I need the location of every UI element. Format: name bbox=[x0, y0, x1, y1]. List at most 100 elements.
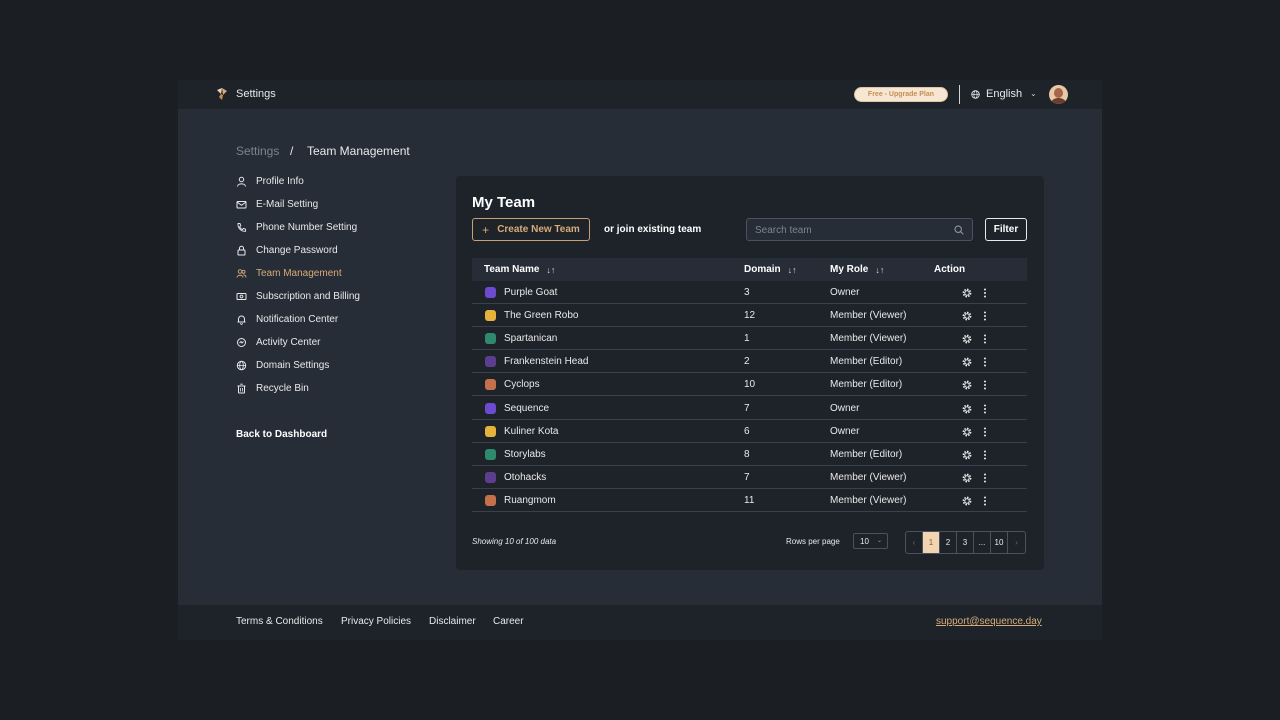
bell-icon bbox=[237, 315, 246, 325]
search-input[interactable] bbox=[755, 223, 945, 237]
page-ellipsis: ... bbox=[974, 532, 991, 553]
sidebar-item-label: Recycle Bin bbox=[256, 382, 309, 394]
join-existing-team-link[interactable]: or join existing team bbox=[604, 224, 701, 235]
divider bbox=[959, 85, 960, 104]
more-options-icon[interactable] bbox=[979, 448, 991, 460]
sort-icon[interactable]: ↓↑ bbox=[788, 265, 797, 275]
sidebar-item-label: Team Management bbox=[256, 267, 342, 279]
sort-icon[interactable]: ↓↑ bbox=[546, 265, 555, 275]
team-avatar-icon bbox=[485, 402, 496, 414]
more-options-icon[interactable] bbox=[979, 355, 991, 367]
sidebar-item-label: Change Password bbox=[256, 244, 338, 256]
search-icon[interactable] bbox=[954, 225, 964, 235]
gear-icon[interactable] bbox=[961, 402, 973, 414]
footer-link-disclaimer[interactable]: Disclaimer bbox=[429, 616, 476, 627]
footer-link-terms[interactable]: Terms & Conditions bbox=[236, 616, 323, 627]
more-options-icon[interactable] bbox=[979, 402, 991, 414]
sidebar-item-activity-center[interactable]: Activity Center bbox=[236, 334, 320, 350]
column-domain[interactable]: Domain ↓↑ bbox=[744, 264, 797, 275]
table-row[interactable]: Otohacks 7 Member (Viewer) bbox=[472, 466, 1027, 489]
gear-icon[interactable] bbox=[961, 471, 973, 483]
page-button-1[interactable]: 1 bbox=[923, 532, 940, 553]
gear-icon[interactable] bbox=[961, 378, 973, 390]
table-row[interactable]: Purple Goat 3 Owner bbox=[472, 281, 1027, 304]
team-role: Owner bbox=[830, 402, 860, 414]
more-options-icon[interactable] bbox=[979, 471, 991, 483]
page-button-10[interactable]: 10 bbox=[991, 532, 1008, 553]
team-role: Member (Editor) bbox=[830, 356, 903, 368]
create-new-team-label: Create New Team bbox=[497, 224, 580, 235]
phone-icon bbox=[237, 222, 247, 232]
breadcrumb-settings[interactable]: Settings bbox=[236, 144, 279, 158]
gear-icon[interactable] bbox=[961, 355, 973, 367]
page-button-3[interactable]: 3 bbox=[957, 532, 974, 553]
more-options-icon[interactable] bbox=[979, 309, 991, 321]
sidebar-item-subscription-billing[interactable]: Subscription and Billing bbox=[236, 288, 360, 304]
create-new-team-button[interactable]: + Create New Team bbox=[472, 218, 590, 241]
sidebar-item-email-setting[interactable]: E-Mail Setting bbox=[236, 196, 318, 212]
team-icon bbox=[236, 268, 247, 278]
team-name: Storylabs bbox=[504, 448, 546, 460]
table-row[interactable]: The Green Robo 12 Member (Viewer) bbox=[472, 304, 1027, 328]
column-team-name[interactable]: Team Name ↓↑ bbox=[484, 264, 555, 275]
team-name: Cyclops bbox=[504, 379, 540, 391]
chevron-down-icon[interactable]: ⌄ bbox=[1030, 89, 1037, 98]
avatar[interactable] bbox=[1049, 85, 1068, 104]
sidebar-item-team-management[interactable]: Team Management bbox=[236, 265, 342, 281]
sidebar-item-label: Activity Center bbox=[256, 336, 321, 348]
rows-per-page-select[interactable]: 10 ⌄ bbox=[853, 533, 888, 549]
sidebar-item-profile-info[interactable]: Profile Info bbox=[236, 173, 304, 189]
more-options-icon[interactable] bbox=[979, 494, 991, 506]
gear-icon[interactable] bbox=[961, 286, 973, 298]
sidebar-item-label: Domain Settings bbox=[256, 359, 330, 371]
team-role: Member (Viewer) bbox=[830, 471, 907, 483]
sidebar-item-phone-number[interactable]: Phone Number Setting bbox=[236, 219, 357, 235]
sidebar-item-change-password[interactable]: Change Password bbox=[236, 242, 338, 258]
team-name: Purple Goat bbox=[504, 287, 558, 298]
back-to-dashboard-link[interactable]: Back to Dashboard bbox=[236, 429, 327, 440]
table-row[interactable]: Storylabs 8 Member (Editor) bbox=[472, 443, 1027, 466]
gear-icon[interactable] bbox=[961, 309, 973, 321]
table-row[interactable]: Kuliner Kota 6 Owner bbox=[472, 420, 1027, 443]
gear-icon[interactable] bbox=[961, 332, 973, 344]
team-domain-count: 3 bbox=[744, 287, 750, 298]
table-row[interactable]: Spartanican 1 Member (Viewer) bbox=[472, 327, 1027, 351]
column-my-role[interactable]: My Role ↓↑ bbox=[830, 264, 884, 275]
footer-link-career[interactable]: Career bbox=[493, 616, 524, 627]
page-button-2[interactable]: 2 bbox=[940, 532, 957, 553]
team-role: Member (Editor) bbox=[830, 448, 903, 460]
gear-icon[interactable] bbox=[961, 448, 973, 460]
gear-icon[interactable] bbox=[961, 494, 973, 506]
table-row[interactable]: Sequence 7 Owner bbox=[472, 397, 1027, 420]
more-options-icon[interactable] bbox=[979, 286, 991, 298]
sidebar-item-domain-settings[interactable]: Domain Settings bbox=[236, 357, 329, 373]
more-options-icon[interactable] bbox=[979, 378, 991, 390]
team-avatar-icon bbox=[485, 287, 496, 298]
footer-link-privacy[interactable]: Privacy Policies bbox=[341, 616, 411, 627]
search-team-field[interactable] bbox=[746, 218, 973, 241]
table-row[interactable]: Ruangmom 11 Member (Viewer) bbox=[472, 489, 1027, 512]
table-row[interactable]: Frankenstein Head 2 Member (Editor) bbox=[472, 350, 1027, 374]
table-row[interactable]: Cyclops 10 Member (Editor) bbox=[472, 373, 1027, 397]
upgrade-plan-button[interactable]: Free - Upgrade Plan bbox=[854, 87, 948, 102]
more-options-icon[interactable] bbox=[979, 332, 991, 344]
sidebar-item-notification-center[interactable]: Notification Center bbox=[236, 311, 338, 327]
settings-app: Settings Free - Upgrade Plan English ⌄ S… bbox=[178, 80, 1102, 640]
team-domain-count: 11 bbox=[744, 494, 755, 506]
next-page-button[interactable]: › bbox=[1008, 532, 1025, 553]
language-selector[interactable]: English bbox=[986, 88, 1022, 100]
more-options-icon[interactable] bbox=[979, 425, 991, 437]
sidebar-item-recycle-bin[interactable]: Recycle Bin bbox=[236, 380, 309, 396]
team-domain-count: 7 bbox=[744, 471, 750, 483]
sidebar-item-label: E-Mail Setting bbox=[256, 198, 319, 210]
filter-button[interactable]: Filter bbox=[985, 218, 1027, 241]
gear-icon[interactable] bbox=[961, 425, 973, 437]
activity-icon bbox=[237, 337, 246, 347]
team-domain-count: 1 bbox=[744, 333, 750, 345]
sidebar-item-label: Phone Number Setting bbox=[256, 221, 358, 233]
sort-icon[interactable]: ↓↑ bbox=[875, 265, 884, 275]
prev-page-button[interactable]: ‹ bbox=[906, 532, 923, 553]
support-email-link[interactable]: support@sequence.day bbox=[936, 616, 1042, 627]
breadcrumb-current: Team Management bbox=[307, 144, 410, 158]
team-avatar-icon bbox=[485, 448, 496, 460]
